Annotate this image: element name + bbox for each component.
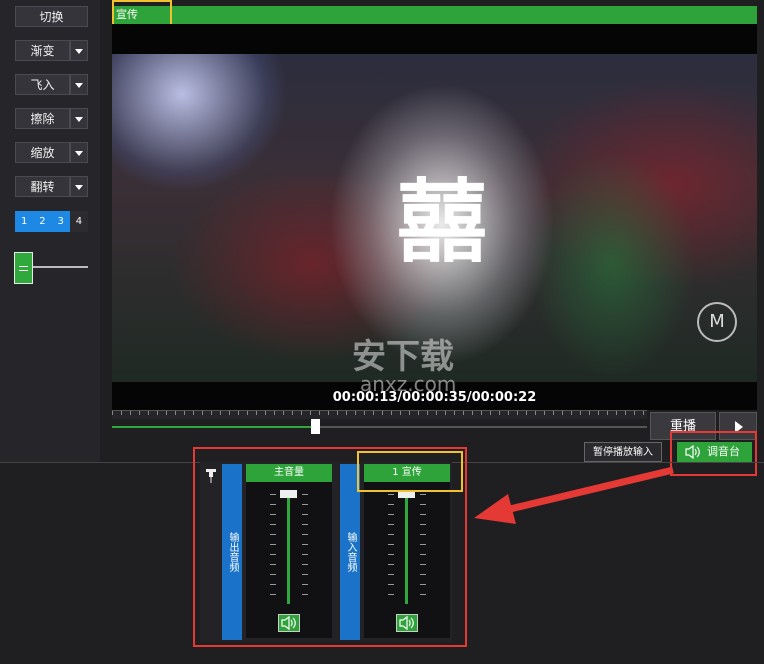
- brand-logo-icon: M: [697, 302, 737, 342]
- pin-icon[interactable]: [205, 468, 217, 484]
- input-scale-right: [420, 494, 426, 604]
- playback-progress-fill: [112, 426, 316, 428]
- flip-dropdown-chevron-icon[interactable]: [70, 176, 88, 197]
- timeline-ruler: [112, 410, 647, 419]
- layer-4-tab[interactable]: 4: [69, 211, 88, 232]
- double-happiness-glyph: 囍: [397, 169, 487, 275]
- wedding-scene-image: 囍 安下载 anxz.com M: [112, 54, 757, 396]
- output-audio-label: 输出音频: [222, 464, 242, 640]
- fade-dropdown-chevron-icon[interactable]: [70, 40, 88, 61]
- input-volume-track: [405, 494, 408, 604]
- channel-name: 宣传: [116, 8, 138, 21]
- master-volume-track: [287, 494, 290, 604]
- fly-in-dropdown-chevron-icon[interactable]: [70, 74, 88, 95]
- input-scale-left: [388, 494, 394, 604]
- flip-button[interactable]: 翻转: [15, 176, 70, 197]
- master-volume-label: 主音量: [246, 464, 332, 482]
- red-arrow-annotation: [474, 466, 674, 524]
- speaker-icon: [399, 615, 414, 631]
- master-mute-button[interactable]: [278, 614, 300, 632]
- layer-selector: 1 2 3 4: [15, 211, 88, 232]
- switch-button[interactable]: 切换: [15, 6, 88, 27]
- layer-2-tab[interactable]: 2: [33, 211, 52, 232]
- zoom-button[interactable]: 缩放: [15, 142, 70, 163]
- fade-button[interactable]: 渐变: [15, 40, 70, 61]
- mixer-button-highlight: [670, 431, 757, 476]
- fly-in-button[interactable]: 飞入: [15, 74, 70, 95]
- transition-toolbar: 切换 渐变 飞入 擦除 缩放 翻转 1 2 3 4: [0, 0, 100, 462]
- playback-progress-bar[interactable]: [112, 426, 647, 428]
- layer-1-tab[interactable]: 1: [15, 211, 34, 232]
- playback-progress-handle[interactable]: [311, 419, 321, 434]
- master-channel: 主音量: [246, 464, 332, 638]
- zoom-dropdown-chevron-icon[interactable]: [70, 142, 88, 163]
- master-scale-left: [270, 494, 276, 604]
- timecode-readout: 00:00:13/00:00:35/00:00:22: [332, 390, 537, 405]
- master-scale-right: [302, 494, 308, 604]
- speaker-icon: [281, 615, 296, 631]
- wipe-dropdown-chevron-icon[interactable]: [70, 108, 88, 129]
- watermark-site-name: 安下载: [352, 338, 454, 376]
- video-preview: 囍 安下载 anxz.com M: [112, 24, 757, 410]
- transition-fader-handle[interactable]: [14, 252, 33, 284]
- wipe-button[interactable]: 擦除: [15, 108, 70, 129]
- input-mute-button[interactable]: [396, 614, 418, 632]
- channel-title-bar: [112, 6, 757, 24]
- input-channel-highlight: [357, 451, 463, 492]
- master-volume-handle[interactable]: [280, 490, 297, 498]
- layer-3-tab[interactable]: 3: [51, 211, 70, 232]
